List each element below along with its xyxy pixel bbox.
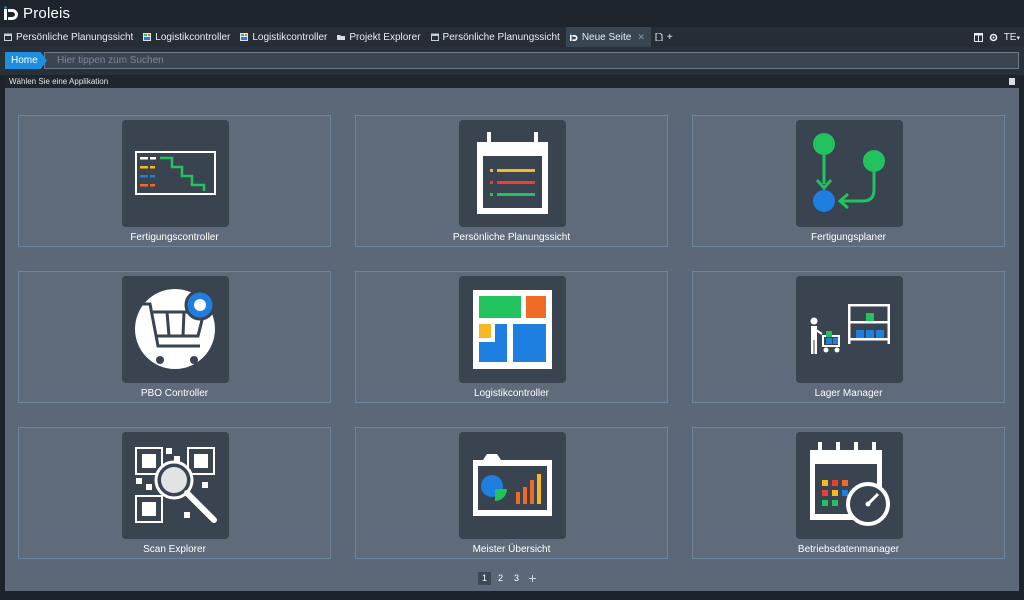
section-title: Wählen Sie eine Applikation bbox=[9, 77, 109, 86]
app-title: Proleis bbox=[23, 5, 71, 22]
user-menu[interactable]: TE▾ bbox=[1004, 32, 1020, 43]
tab-label: Logistikcontroller bbox=[155, 31, 231, 43]
calendar-clock-icon bbox=[796, 432, 903, 539]
new-tab-button[interactable]: + bbox=[651, 27, 677, 47]
app-label: Persönliche Planungssicht bbox=[452, 232, 571, 243]
user-initials: TE bbox=[1003, 31, 1017, 43]
bottom-bar bbox=[0, 591, 1024, 600]
app-label: Fertigungscontroller bbox=[130, 232, 219, 243]
proleis-logo-icon bbox=[4, 5, 18, 20]
tab-persoenliche-planungssicht-1[interactable]: Persönliche Planungssicht bbox=[0, 27, 139, 47]
app-tile-pbo-controller[interactable]: PBO Controller bbox=[18, 271, 331, 403]
home-breadcrumb-button[interactable]: Home bbox=[5, 52, 47, 69]
search-input[interactable]: Hier tippen zum Suchen bbox=[44, 52, 1019, 69]
app-tile-fertigungscontroller[interactable]: Fertigungscontroller bbox=[18, 115, 331, 247]
app-label: Lager Manager bbox=[814, 388, 883, 399]
calendar-list-icon bbox=[459, 120, 566, 227]
navigation-row: Hier tippen zum Suchen Home bbox=[0, 47, 1024, 75]
shopping-cart-icon bbox=[122, 276, 229, 383]
app-grid: Fertigungscontroller Persönliche Planung… bbox=[5, 88, 1019, 591]
qr-magnifier-icon bbox=[122, 432, 229, 539]
warehouse-worker-icon bbox=[796, 276, 903, 383]
tab-logistikcontroller-1[interactable]: Logistikcontroller bbox=[139, 27, 236, 47]
app-label: Fertigungsplaner bbox=[810, 232, 887, 243]
app-label: Meister Übersicht bbox=[472, 544, 551, 555]
page-icon bbox=[655, 33, 663, 41]
tab-label: Persönliche Planungssicht bbox=[16, 31, 134, 43]
tab-persoenliche-planungssicht-2[interactable]: Persönliche Planungssicht bbox=[427, 27, 566, 47]
app-tile-lager-manager[interactable]: Lager Manager bbox=[692, 271, 1005, 403]
chevron-down-icon: ▾ bbox=[1016, 34, 1020, 42]
folder-icon bbox=[337, 35, 346, 40]
section-header: Wählen Sie eine Applikation bbox=[5, 76, 1019, 88]
app-tile-persoenliche-planungssicht[interactable]: Persönliche Planungssicht bbox=[355, 115, 668, 247]
logistics-icon bbox=[240, 33, 249, 41]
tab-neue-seite[interactable]: Neue Seite ✕ bbox=[565, 27, 651, 47]
production-controller-icon bbox=[122, 120, 229, 227]
app-tile-meister-uebersicht[interactable]: Meister Übersicht bbox=[355, 427, 668, 559]
app-label: Scan Explorer bbox=[143, 544, 206, 555]
calendar-icon bbox=[430, 33, 439, 41]
gear-icon[interactable] bbox=[989, 33, 998, 42]
layout-icon[interactable] bbox=[973, 32, 983, 42]
flow-planner-icon bbox=[796, 120, 903, 227]
tab-label: Persönliche Planungssicht bbox=[442, 31, 560, 43]
page-1-button[interactable]: 1 bbox=[478, 572, 491, 585]
logistics-blocks-icon bbox=[459, 276, 566, 383]
tab-label: Projekt Explorer bbox=[349, 31, 421, 43]
pagination: 1 2 3 + bbox=[478, 571, 539, 585]
proleis-icon bbox=[569, 33, 578, 41]
title-bar: Proleis bbox=[0, 0, 1024, 27]
tab-logistikcontroller-2[interactable]: Logistikcontroller bbox=[236, 27, 333, 47]
calendar-icon bbox=[4, 33, 12, 41]
app-tile-scan-explorer[interactable]: Scan Explorer bbox=[18, 427, 331, 559]
page-3-button[interactable]: 3 bbox=[510, 572, 523, 585]
dashboard-chart-icon bbox=[459, 432, 566, 539]
add-page-button[interactable]: + bbox=[526, 571, 539, 585]
app-label: Logistikcontroller bbox=[473, 388, 550, 399]
tab-label: Neue Seite bbox=[581, 31, 632, 43]
tab-bar-tools: TE▾ bbox=[973, 27, 1020, 47]
app-logo: Proleis bbox=[3, 5, 70, 22]
tab-label: Logistikcontroller bbox=[252, 31, 328, 43]
app-label: Betriebsdatenmanager bbox=[797, 544, 900, 555]
app-tile-logistikcontroller[interactable]: Logistikcontroller bbox=[355, 271, 668, 403]
lock-icon[interactable] bbox=[1009, 78, 1015, 85]
app-tile-fertigungsplaner[interactable]: Fertigungsplaner bbox=[692, 115, 1005, 247]
add-tab-icon: + bbox=[666, 31, 673, 43]
search-placeholder: Hier tippen zum Suchen bbox=[57, 55, 164, 66]
logistics-icon bbox=[143, 33, 152, 41]
page-2-button[interactable]: 2 bbox=[494, 572, 507, 585]
tab-projekt-explorer[interactable]: Projekt Explorer bbox=[333, 27, 426, 47]
tab-bar: Persönliche Planungssicht Logistikcontro… bbox=[0, 27, 1024, 47]
app-label: PBO Controller bbox=[140, 388, 209, 399]
close-tab-icon[interactable]: ✕ bbox=[637, 32, 645, 43]
app-tile-betriebsdatenmanager[interactable]: Betriebsdatenmanager bbox=[692, 427, 1005, 559]
